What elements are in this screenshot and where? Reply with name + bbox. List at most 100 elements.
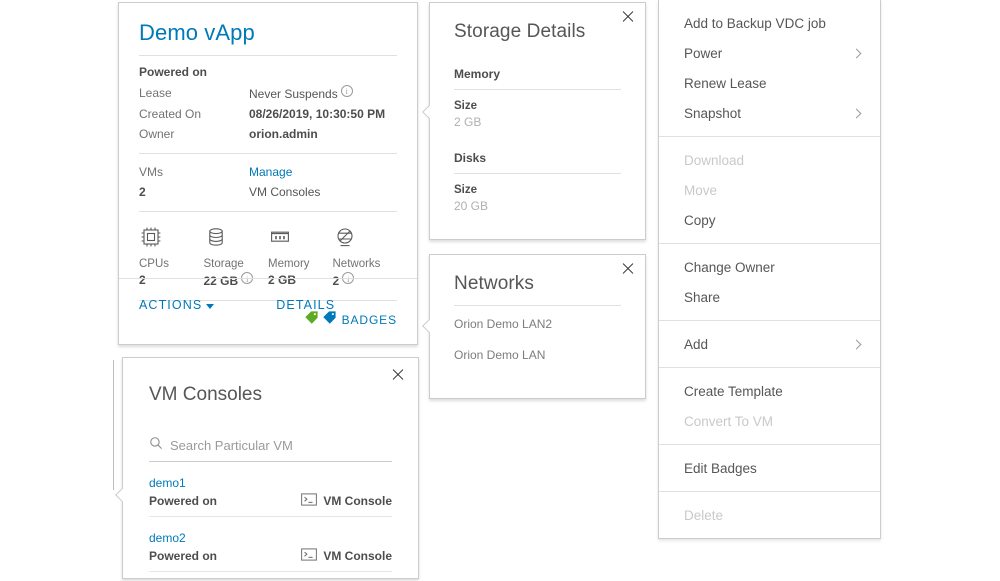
- menu-group: Change Owner Share: [659, 243, 880, 320]
- resource-label: CPUs: [139, 258, 170, 270]
- list-item[interactable]: Orion Demo LAN2: [454, 306, 621, 337]
- manage-link[interactable]: Manage: [249, 162, 397, 182]
- vms-divider: [139, 153, 397, 154]
- menu-item-label: Download: [684, 152, 745, 168]
- list-item[interactable]: Orion Demo LAN: [454, 337, 621, 368]
- menu-item-delete: Delete: [659, 500, 880, 530]
- vm-name-link[interactable]: demo1: [149, 462, 186, 493]
- vm-row-line: Powered on VM Console: [149, 548, 392, 564]
- vm-console-button[interactable]: VM Console: [301, 493, 392, 509]
- storage-group-label: Disks: [454, 151, 487, 165]
- storage-field-label: Size: [454, 184, 478, 196]
- vm-consoles-title: VM Consoles: [149, 384, 262, 405]
- menu-item-power[interactable]: Power: [659, 38, 880, 68]
- resource-label: Memory: [268, 258, 310, 270]
- chevron-right-icon: [851, 108, 862, 118]
- close-icon[interactable]: [390, 367, 406, 383]
- network-icon: [333, 225, 398, 249]
- table-row: 2 VM Consoles: [139, 182, 397, 202]
- detail-value: orion.admin: [249, 127, 318, 141]
- resource-label: Storage: [203, 258, 244, 270]
- storage-icon: [204, 225, 269, 249]
- menu-item-label: Edit Badges: [684, 460, 757, 476]
- resource-label: Networks: [332, 258, 381, 270]
- menu-item-label: Change Owner: [684, 259, 775, 275]
- cpu-icon: [139, 225, 204, 249]
- memory-icon: [268, 225, 333, 249]
- table-row: Lease Never Suspends: [139, 83, 397, 104]
- vms-key: VMs: [139, 165, 163, 179]
- menu-item-renew-lease[interactable]: Renew Lease: [659, 68, 880, 98]
- detail-key: Lease: [139, 86, 172, 100]
- vm-console-label: VM Console: [323, 494, 392, 508]
- vm-console-button[interactable]: VM Console: [301, 548, 392, 564]
- actions-dropdown-menu: Add to Backup VDC job Power Renew Lease …: [658, 0, 881, 539]
- chevron-right-icon: [851, 48, 862, 58]
- popover-pointer-storage: [421, 103, 430, 121]
- actions-button-label: ACTIONS: [139, 298, 203, 312]
- close-icon[interactable]: [620, 9, 636, 25]
- menu-item-convert-to-vm: Convert To VM: [659, 406, 880, 436]
- menu-item-move: Move: [659, 175, 880, 205]
- search-input[interactable]: [170, 438, 392, 453]
- vapp-status: Powered on: [139, 65, 208, 79]
- menu-group: Edit Badges: [659, 444, 880, 491]
- menu-item-edit-badges[interactable]: Edit Badges: [659, 453, 880, 483]
- menu-group: Add to Backup VDC job Power Renew Lease …: [659, 0, 880, 136]
- menu-item-add-to-backup-vdc-job[interactable]: Add to Backup VDC job: [659, 8, 880, 38]
- popover-pointer-consoles: [114, 486, 123, 504]
- search-bar[interactable]: [149, 426, 392, 462]
- table-row: Owner orion.admin: [139, 124, 397, 144]
- vapp-summary-card: Demo vApp Powered on Lease Never Suspend…: [118, 2, 418, 345]
- menu-item-create-template[interactable]: Create Template: [659, 376, 880, 406]
- menu-item-add[interactable]: Add: [659, 329, 880, 359]
- storage-field-value: 20 GB: [454, 199, 489, 213]
- menu-item-snapshot[interactable]: Snapshot: [659, 98, 880, 128]
- details-button[interactable]: DETAILS: [276, 298, 335, 312]
- vm-name-link[interactable]: demo2: [149, 517, 186, 548]
- menu-item-label: Power: [684, 45, 723, 61]
- actions-button[interactable]: ACTIONS: [139, 298, 215, 312]
- vm-row-line: Powered on VM Console: [149, 493, 392, 509]
- detail-key: Owner: [139, 127, 175, 141]
- chevron-right-icon: [851, 339, 862, 349]
- info-icon[interactable]: [340, 84, 353, 100]
- vm-state: Powered on: [149, 549, 218, 563]
- menu-item-share[interactable]: Share: [659, 282, 880, 312]
- table-row: VMs Manage: [139, 162, 397, 182]
- menu-item-label: Share: [684, 289, 721, 305]
- menu-item-label: Snapshot: [684, 105, 742, 121]
- vm-consoles-popover: VM Consoles demo1 Powered on: [122, 357, 419, 579]
- menu-item-copy[interactable]: Copy: [659, 205, 880, 235]
- page-title: Demo vApp: [139, 20, 255, 45]
- vapp-vms-table: VMs Manage 2 VM Consoles: [139, 162, 397, 202]
- menu-item-label: Move: [684, 182, 718, 198]
- vm-console-label: VM Console: [323, 549, 392, 563]
- menu-item-label: Convert To VM: [684, 413, 774, 429]
- storage-field-label: Size: [454, 100, 478, 112]
- search-icon: [149, 436, 163, 455]
- menu-group: Download Move Copy: [659, 136, 880, 243]
- vapp-detail-table: Lease Never Suspends Created On 08/26/20…: [139, 83, 397, 144]
- vms-count: 2: [139, 185, 146, 199]
- storage-details-popover: Storage Details Memory Size 2 GB Disks S…: [429, 2, 646, 240]
- list-item: demo1 Powered on VM Console: [149, 462, 392, 517]
- menu-group: Create Template Convert To VM: [659, 367, 880, 444]
- storage-details-title: Storage Details: [454, 21, 586, 42]
- menu-item-download: Download: [659, 145, 880, 175]
- menu-item-label: Add to Backup VDC job: [684, 15, 826, 31]
- detail-value-text: Never Suspends: [249, 87, 338, 101]
- menu-item-change-owner[interactable]: Change Owner: [659, 252, 880, 282]
- networks-popover: Networks Orion Demo LAN2 Orion Demo LAN: [429, 254, 646, 399]
- detail-key: Created On: [139, 107, 202, 121]
- popover-pointer-networks: [421, 317, 430, 335]
- terminal-icon: [301, 548, 318, 564]
- storage-group-label: Memory: [454, 67, 501, 81]
- networks-title: Networks: [454, 273, 534, 294]
- storage-field-value: 2 GB: [454, 115, 482, 129]
- close-icon[interactable]: [620, 261, 636, 277]
- menu-item-label: Copy: [684, 212, 716, 228]
- details-button-label: DETAILS: [276, 298, 336, 312]
- detail-value: Never Suspends: [249, 83, 397, 104]
- manage-target-label[interactable]: VM Consoles: [249, 182, 397, 202]
